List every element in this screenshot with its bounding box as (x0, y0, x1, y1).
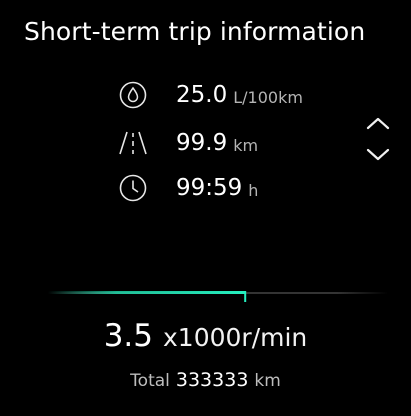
rpm-readout: 3.5 x1000r/min (0, 316, 411, 361)
clock-icon (116, 171, 150, 205)
total-label: Total (130, 371, 170, 391)
trip-distance-value: 99.9 (176, 130, 228, 156)
rpm-value: 3.5 (103, 318, 154, 354)
total-mileage: Total 333333 km (0, 368, 411, 393)
scroll-up-button[interactable] (360, 112, 396, 138)
fuel-drop-icon (116, 78, 150, 112)
fuel-consumption-row: 25.0 L/100km (116, 77, 303, 113)
rpm-unit: x1000r/min (163, 323, 308, 352)
scroll-down-button[interactable] (360, 144, 396, 170)
trip-distance-unit: km (233, 135, 259, 155)
total-value: 333333 (175, 369, 249, 391)
fuel-consumption-value: 25.0 (176, 82, 228, 108)
page-title: Short-term trip information (24, 17, 366, 46)
rpm-level-bar (48, 282, 388, 306)
trip-time-unit: h (248, 180, 259, 200)
trip-time-row: 99:59 h (116, 170, 258, 206)
trip-distance-row: 99.9 km (116, 125, 258, 161)
fuel-consumption-unit: L/100km (233, 87, 303, 107)
trip-info-screen: Short-term trip information 25.0 L/100km… (0, 0, 411, 416)
trip-time-value: 99:59 (176, 175, 243, 201)
page-scroll-controls (360, 112, 396, 172)
chevron-down-icon (365, 147, 391, 167)
rpm-bar-fill (48, 291, 246, 294)
chevron-up-icon (365, 115, 391, 135)
road-icon (116, 126, 150, 160)
total-unit: km (254, 371, 281, 391)
